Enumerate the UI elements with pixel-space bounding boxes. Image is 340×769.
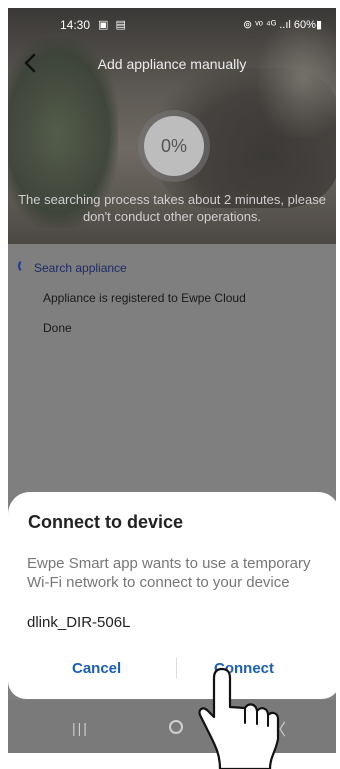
status-time: 14:30 — [60, 18, 91, 32]
cancel-button[interactable]: Cancel — [72, 660, 121, 677]
button-divider — [176, 658, 177, 678]
wifi-network-name: dlink_DIR-506L — [27, 614, 131, 631]
progress-percent: 0% — [160, 135, 187, 156]
system-navigation-bar: ||| 〈 — [8, 700, 336, 753]
notification-icons: ▣ ▤ — [98, 19, 128, 31]
step-registered-cloud: Appliance is registered to Ewpe Cloud — [8, 285, 336, 315]
step-label: Appliance is registered to Ewpe Cloud — [43, 291, 246, 305]
dialog-actions: Cancel Connect — [8, 652, 340, 688]
page-title: Add appliance manually — [97, 56, 247, 72]
dialog-title: Connect to device — [28, 512, 184, 532]
step-label: Done — [43, 321, 72, 335]
home-button[interactable] — [169, 720, 183, 734]
step-label: Search appliance — [34, 261, 127, 275]
status-bar: 14:30 ▣ ▤ ⊚ ᵛᵒ ⁴ᴳ ..ıl 60%▮ — [8, 8, 336, 40]
step-search-appliance: Search appliance — [8, 255, 336, 285]
pointing-hand-icon — [198, 667, 280, 769]
progress-indicator: 0% — [144, 116, 204, 176]
system-status-icons: ⊚ ᵛᵒ ⁴ᴳ ..ıl 60%▮ — [243, 19, 322, 31]
recents-button[interactable]: ||| — [72, 720, 89, 736]
step-list: Search appliance Appliance is registered… — [8, 255, 336, 345]
connect-to-device-dialog: Connect to device Ewpe Smart app wants t… — [8, 492, 340, 699]
dialog-message: Ewpe Smart app wants to use a temporary … — [27, 555, 311, 591]
step-done: Done — [8, 315, 336, 345]
loading-spinner-icon — [18, 259, 32, 273]
search-duration-note: The searching process takes about 2 minu… — [18, 192, 326, 224]
